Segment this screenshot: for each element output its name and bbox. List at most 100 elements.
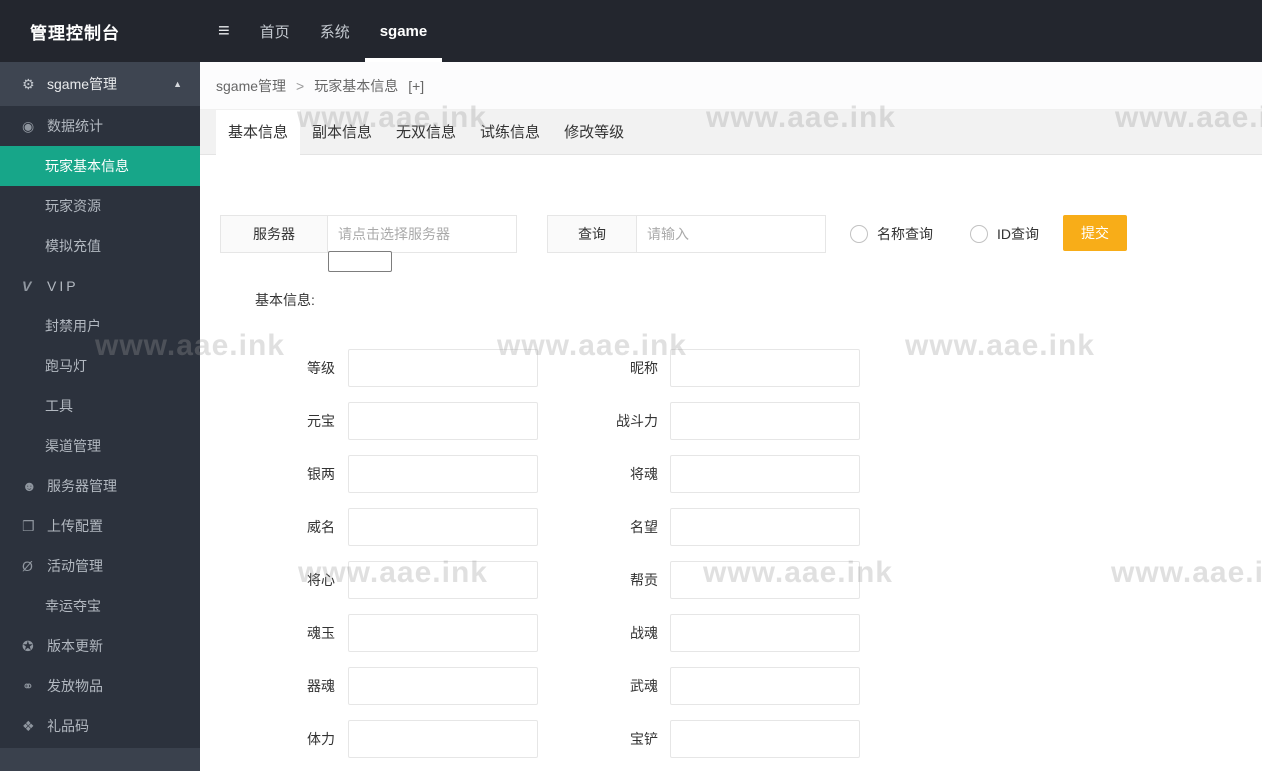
link-icon: ⚭: [22, 677, 34, 694]
field-input-war-soul[interactable]: [670, 614, 860, 652]
form-row: 器魂 武魂: [200, 667, 1262, 705]
field-label-fame: 名望: [630, 519, 658, 535]
hamburger-icon[interactable]: ≡: [203, 0, 245, 62]
sidebar-item-gift-code[interactable]: ❖ 礼品码: [0, 706, 200, 746]
breadcrumb-parent[interactable]: sgame管理: [216, 76, 286, 96]
breadcrumb-separator: >: [296, 77, 305, 94]
top-nav: 首页 系统 sgame: [245, 0, 443, 62]
breadcrumb-add-button[interactable]: [+]: [408, 78, 424, 94]
field-input-martial-soul[interactable]: [670, 667, 860, 705]
topnav-home[interactable]: 首页: [245, 0, 305, 62]
field-label-silver: 银两: [307, 466, 335, 482]
sidebar-item-upload-config[interactable]: ❒ 上传配置: [0, 506, 200, 546]
field-input-stamina[interactable]: [348, 720, 538, 758]
tab-modify-level[interactable]: 修改等级: [552, 110, 636, 155]
sidebar-item-label: 渠道管理: [45, 438, 101, 454]
field-label-weapon-soul: 器魂: [307, 678, 335, 694]
breadcrumb-current[interactable]: 玩家基本信息: [314, 76, 398, 96]
field-label-guild-contribution: 帮贡: [630, 572, 658, 588]
topnav-sgame[interactable]: sgame: [364, 0, 443, 62]
server-select-label: 服务器: [220, 215, 328, 253]
field-input-general-heart[interactable]: [348, 561, 538, 599]
form-row: 元宝 战斗力: [200, 402, 1262, 440]
radio-id-query[interactable]: ID查询: [970, 215, 1039, 253]
sidebar-group-sgame[interactable]: ⚙ sgame管理 ▲: [0, 62, 200, 106]
field-input-treasure-shovel[interactable]: [670, 720, 860, 758]
sidebar: ⚙ sgame管理 ▲ ◉ 数据统计 玩家基本信息 玩家资源 模拟充值 V VI…: [0, 62, 200, 771]
sidebar-item-label: 工具: [45, 398, 73, 414]
field-input-yuanbao[interactable]: [348, 402, 538, 440]
upload-icon: ❒: [22, 517, 35, 534]
query-group: 查询: [547, 215, 826, 253]
sidebar-item-label: 封禁用户: [45, 318, 101, 334]
section-title: 基本信息:: [255, 292, 315, 308]
sidebar-item-player-basic-info[interactable]: 玩家基本信息: [0, 146, 200, 186]
field-label-general-soul: 将魂: [630, 466, 658, 482]
main-content: 服务器 查询 名称查询 ID查询 提交 基本信息: 等级 昵称 元宝: [200, 156, 1262, 771]
sidebar-item-lucky-draw[interactable]: 幸运夺宝: [0, 586, 200, 626]
sidebar-item-label: 跑马灯: [45, 358, 87, 374]
sidebar-item-grant-items[interactable]: ⚭ 发放物品: [0, 666, 200, 706]
tab-wushuang-info[interactable]: 无双信息: [384, 110, 468, 155]
sidebar-item-version-update[interactable]: ✪ 版本更新: [0, 626, 200, 666]
field-label-nickname: 昵称: [630, 360, 658, 376]
sidebar-item-label: VIP: [47, 278, 79, 294]
server-select-popup-box[interactable]: [328, 251, 392, 272]
tab-dungeon-info[interactable]: 副本信息: [300, 110, 384, 155]
topnav-system[interactable]: 系统: [305, 0, 365, 62]
sidebar-item-mock-recharge[interactable]: 模拟充值: [0, 226, 200, 266]
server-select-group: 服务器: [220, 215, 517, 253]
sidebar-item-player-resources[interactable]: 玩家资源: [0, 186, 200, 226]
sidebar-item-channel-mgmt[interactable]: 渠道管理: [0, 426, 200, 466]
sidebar-item-server-mgmt[interactable]: ☻ 服务器管理: [0, 466, 200, 506]
tab-basic-info[interactable]: 基本信息: [216, 110, 301, 156]
field-input-silver[interactable]: [348, 455, 538, 493]
form-row: 等级 昵称: [200, 349, 1262, 387]
tab-strip: 基本信息 副本信息 无双信息 试练信息 修改等级: [200, 110, 1262, 156]
field-input-guild-contribution[interactable]: [670, 561, 860, 599]
form-row: 体力 宝铲: [200, 720, 1262, 758]
sidebar-item-label: 数据统计: [47, 118, 103, 134]
field-input-level[interactable]: [348, 349, 538, 387]
radio-circle-icon[interactable]: [850, 225, 868, 243]
field-label-prestige: 威名: [307, 519, 335, 535]
field-input-battle-power[interactable]: [670, 402, 860, 440]
sidebar-item-label: 版本更新: [47, 638, 103, 654]
sidebar-item-data-stats[interactable]: ◉ 数据统计: [0, 106, 200, 146]
form-row: 威名 名望: [200, 508, 1262, 546]
field-input-general-soul[interactable]: [670, 455, 860, 493]
radio-name-query[interactable]: 名称查询: [850, 215, 933, 253]
vip-icon: V: [22, 278, 32, 294]
form-row: 银两 将魂: [200, 455, 1262, 493]
field-label-yuanbao: 元宝: [307, 413, 335, 429]
field-input-nickname[interactable]: [670, 349, 860, 387]
stats-icon: ◉: [22, 117, 35, 134]
field-label-soul-jade: 魂玉: [307, 625, 335, 641]
chevron-up-icon: ▲: [173, 79, 182, 89]
breadcrumb: sgame管理 > 玩家基本信息 [+]: [200, 62, 1262, 110]
gear-icon: ⚙: [22, 75, 35, 92]
sidebar-item-marquee[interactable]: 跑马灯: [0, 346, 200, 386]
radio-label: ID查询: [997, 226, 1039, 242]
sidebar-item-label: 玩家基本信息: [45, 158, 129, 174]
sidebar-item-label: 发放物品: [47, 678, 103, 694]
server-select-input[interactable]: [328, 215, 517, 253]
radio-circle-icon[interactable]: [970, 225, 988, 243]
sidebar-item-label: 服务器管理: [47, 478, 117, 494]
tab-trial-info[interactable]: 试练信息: [468, 110, 552, 155]
field-input-soul-jade[interactable]: [348, 614, 538, 652]
sidebar-item-vip[interactable]: V VIP: [0, 266, 200, 306]
topbar: 管理控制台 ≡ 首页 系统 sgame: [0, 0, 1262, 62]
query-input[interactable]: [637, 215, 826, 253]
sidebar-item-tools[interactable]: 工具: [0, 386, 200, 426]
field-input-prestige[interactable]: [348, 508, 538, 546]
submit-button[interactable]: 提交: [1063, 215, 1127, 251]
field-label-treasure-shovel: 宝铲: [630, 731, 658, 747]
sidebar-item-activity-mgmt[interactable]: Ø 活动管理: [0, 546, 200, 586]
field-input-weapon-soul[interactable]: [348, 667, 538, 705]
sidebar-item-ban-users[interactable]: 封禁用户: [0, 306, 200, 346]
field-input-fame[interactable]: [670, 508, 860, 546]
field-label-stamina: 体力: [307, 731, 335, 747]
sidebar-group-label: sgame管理: [47, 76, 118, 92]
sidebar-item-label: 礼品码: [47, 718, 89, 734]
